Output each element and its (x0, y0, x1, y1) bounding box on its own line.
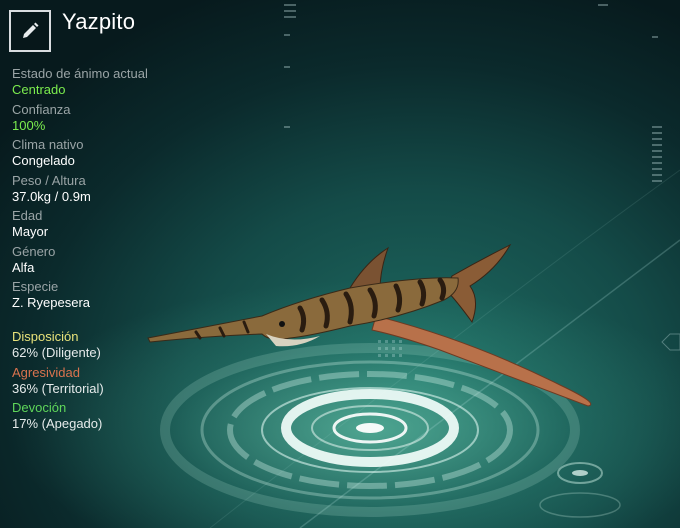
stat-label: Confianza (12, 101, 71, 117)
stat-value: Mayor (12, 224, 49, 239)
stat-trust: Confianza 100% (12, 102, 212, 138)
stat-mood: Estado de ánimo actual Centrado (12, 66, 212, 102)
stat-value: 100% (12, 117, 46, 133)
stat-label: Peso / Altura (12, 172, 86, 188)
stat-climate: Clima nativo Congelado (12, 137, 212, 173)
stats-list: Estado de ánimo actual Centrado Confianz… (12, 66, 212, 315)
stat-label: Estado de ánimo actual (12, 66, 148, 81)
stat-label: Edad (12, 208, 43, 223)
stat-species: Especie Z. Ryepesera (12, 279, 212, 315)
creature-name: Yazpito (62, 9, 136, 34)
stat-value: Congelado (12, 153, 75, 168)
trait-aggression: Agresividad 36% (Territorial) (12, 365, 212, 401)
stat-value: Alfa (12, 259, 35, 275)
edit-name-button[interactable] (9, 10, 51, 52)
trait-label: Devoción (12, 400, 67, 415)
stat-label: Género (12, 243, 56, 259)
stat-label: Especie (12, 279, 59, 294)
stat-value: Z. Ryepesera (12, 295, 91, 310)
trait-label: Agresividad (12, 364, 80, 380)
stat-weight-height: Peso / Altura 37.0kg / 0.9m (12, 173, 212, 209)
traits-list: Disposición 62% (Diligente) Agresividad … (12, 329, 212, 436)
trait-value: 36% (Territorial) (12, 380, 104, 396)
pencil-icon (20, 21, 40, 41)
scene-background: Yazpito Estado de ánimo actual Centrado … (0, 0, 680, 528)
stat-label: Clima nativo (12, 137, 84, 152)
stat-age: Edad Mayor (12, 208, 212, 244)
stat-value: Centrado (12, 82, 66, 97)
trait-devotion: Devoción 17% (Apegado) (12, 400, 212, 436)
trait-label: Disposición (12, 329, 79, 344)
stat-gender: Género Alfa (12, 244, 212, 280)
trait-value: 62% (Diligente) (12, 345, 101, 360)
trait-disposition: Disposición 62% (Diligente) (12, 329, 212, 365)
trait-value: 17% (Apegado) (12, 416, 103, 431)
stat-value: 37.0kg / 0.9m (12, 188, 91, 204)
